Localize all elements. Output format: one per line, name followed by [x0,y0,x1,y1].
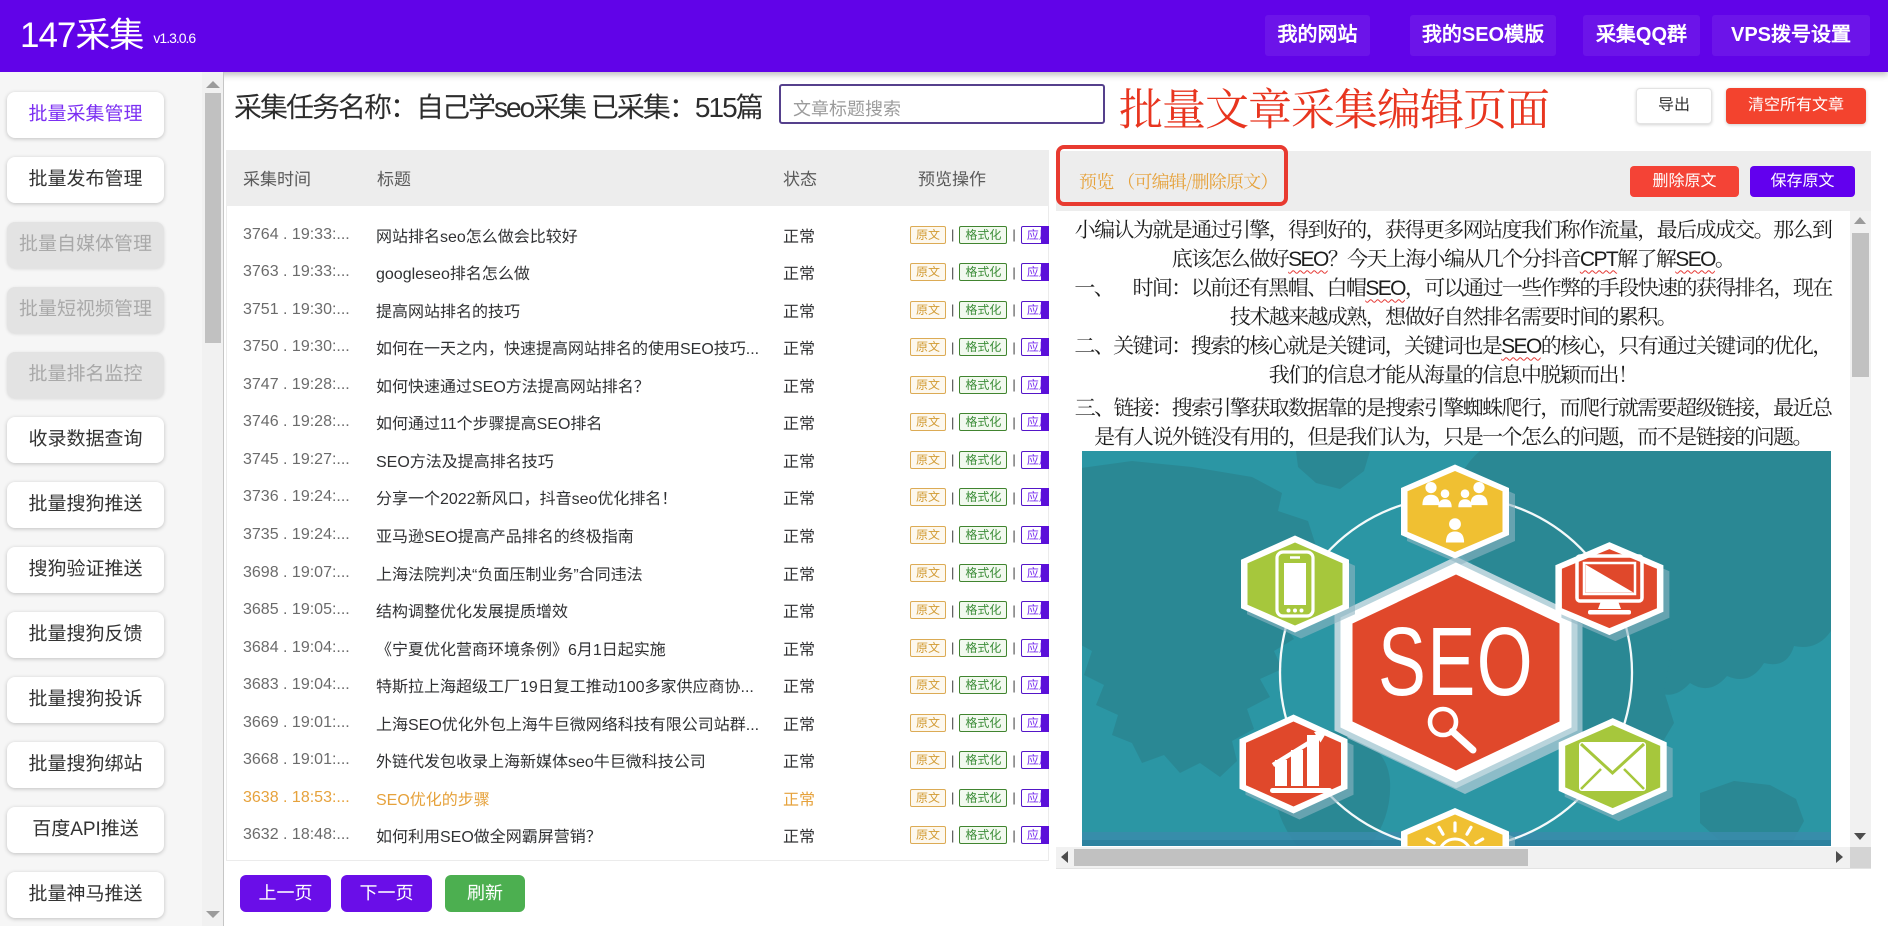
svg-text:SEO: SEO [1378,609,1534,717]
